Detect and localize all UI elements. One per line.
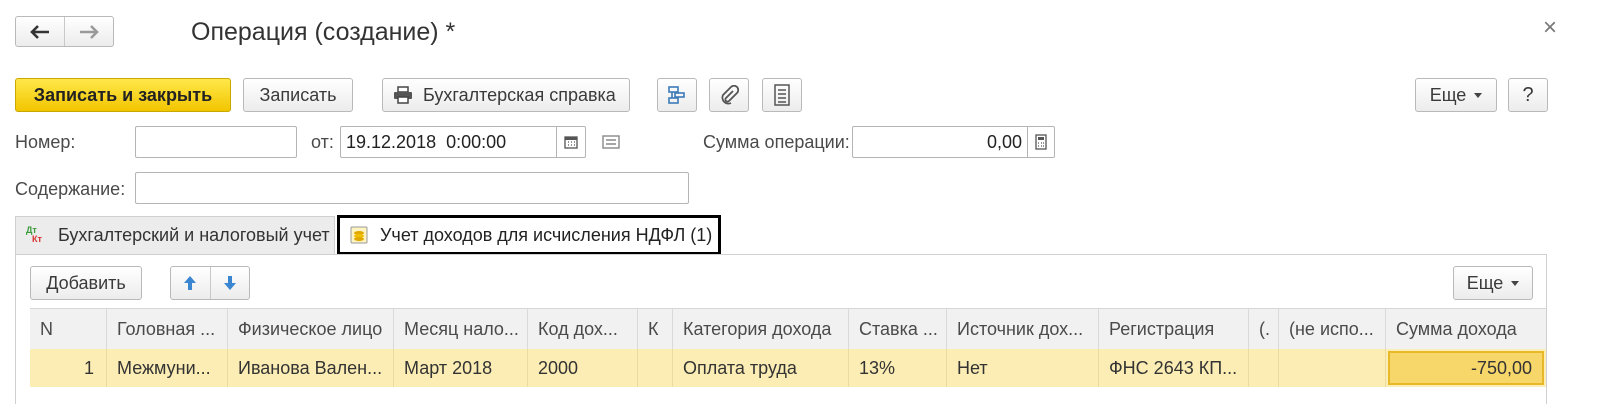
- cell-k[interactable]: [638, 349, 673, 387]
- list-button[interactable]: [762, 78, 802, 112]
- forward-arrow-icon: [80, 24, 99, 39]
- accounting-report-label: Бухгалтерская справка: [423, 84, 616, 105]
- date-value: 19.12.2018 0:00:00: [346, 132, 507, 152]
- cell-income-code[interactable]: 2000: [528, 349, 638, 387]
- header-n[interactable]: N: [30, 309, 107, 349]
- table-more-label: Еще: [1466, 272, 1504, 293]
- forward-button[interactable]: [65, 17, 113, 46]
- calculator-button[interactable]: [1027, 127, 1054, 157]
- cell-income-sum[interactable]: -750,00: [1388, 351, 1544, 385]
- header-registration[interactable]: Регистрация: [1099, 309, 1249, 349]
- cell-income-category[interactable]: Оплата труда: [673, 349, 849, 387]
- kt-label: Кт: [32, 233, 42, 244]
- header-income-code[interactable]: Код дох...: [528, 309, 638, 349]
- content-label: Содержание:: [15, 179, 126, 199]
- tab-ndfl-income[interactable]: Учет доходов для исчисления НДФЛ (1): [337, 215, 721, 255]
- structure-button[interactable]: [657, 78, 697, 112]
- back-button[interactable]: [16, 17, 65, 46]
- header-k[interactable]: К: [638, 309, 673, 349]
- cell-n[interactable]: 1: [30, 349, 107, 387]
- cell-person[interactable]: Иванова Вален...: [228, 349, 394, 387]
- date-label: от:: [311, 132, 334, 152]
- cell-head-org[interactable]: Межмуни...: [107, 349, 228, 387]
- arrow-up-icon: [184, 276, 197, 290]
- header-rate[interactable]: Ставка ...: [849, 309, 947, 349]
- nav-button-group: [15, 16, 114, 47]
- printer-icon: [394, 86, 412, 104]
- number-label: Номер:: [15, 132, 76, 152]
- close-icon[interactable]: ×: [1543, 14, 1557, 42]
- accounting-report-button[interactable]: Бухгалтерская справка: [382, 78, 630, 112]
- cell-paren[interactable]: [1249, 349, 1279, 387]
- help-button[interactable]: ?: [1508, 78, 1548, 112]
- move-down-button[interactable]: [211, 267, 250, 299]
- add-button[interactable]: Добавить: [30, 266, 142, 300]
- table-more-button[interactable]: Еще: [1453, 266, 1533, 300]
- sum-label: Сумма операции:: [703, 132, 850, 152]
- calculator-icon: [1035, 134, 1047, 150]
- header-person[interactable]: Физическое лицо: [228, 309, 394, 349]
- more-button[interactable]: Еще: [1415, 78, 1497, 112]
- text-lines-icon[interactable]: [602, 135, 620, 149]
- save-and-close-button[interactable]: Записать и закрыть: [15, 78, 231, 112]
- chevron-down-icon: [1474, 92, 1483, 98]
- list-icon: [774, 84, 790, 106]
- save-button[interactable]: Записать: [243, 78, 353, 112]
- calendar-button[interactable]: [556, 127, 585, 157]
- header-income-sum[interactable]: Сумма дохода: [1386, 309, 1546, 349]
- number-field[interactable]: [135, 126, 297, 158]
- move-buttons: [170, 266, 250, 300]
- page-title: Операция (создание) *: [191, 18, 456, 46]
- cell-registration[interactable]: ФНС 2643 КП...: [1099, 349, 1249, 387]
- ndfl-icon: [350, 226, 368, 244]
- table-header: N Головная ... Физическое лицо Месяц нал…: [30, 308, 1546, 350]
- tab-accounting[interactable]: Дт Кт Бухгалтерский и налоговый учет: [15, 216, 335, 254]
- cell-income-source[interactable]: Нет: [947, 349, 1099, 387]
- sum-field[interactable]: 0,00: [852, 126, 1055, 158]
- cell-not-used[interactable]: [1279, 349, 1386, 387]
- move-up-button[interactable]: [171, 267, 211, 299]
- back-arrow-icon: [30, 24, 49, 39]
- chevron-down-icon: [1511, 280, 1520, 286]
- table-row[interactable]: 1 Межмуни... Иванова Вален... Март 2018 …: [30, 349, 1546, 387]
- header-paren[interactable]: (.: [1249, 309, 1279, 349]
- arrow-down-icon: [223, 276, 236, 290]
- cell-tax-month[interactable]: Март 2018: [394, 349, 528, 387]
- content-field[interactable]: [135, 172, 689, 204]
- calendar-icon: [564, 136, 578, 149]
- sum-value: 0,00: [986, 132, 1022, 152]
- header-tax-month[interactable]: Месяц нало...: [394, 309, 528, 349]
- header-not-used[interactable]: (не испо...: [1279, 309, 1386, 349]
- tab-ndfl-income-label: Учет доходов для исчисления НДФЛ (1): [380, 224, 713, 245]
- header-income-category[interactable]: Категория дохода: [673, 309, 849, 349]
- tab-accounting-label: Бухгалтерский и налоговый учет: [58, 225, 330, 245]
- attachment-button[interactable]: [709, 78, 749, 112]
- paperclip-icon: [721, 85, 739, 105]
- structure-icon: [668, 86, 685, 104]
- dt-kt-icon: Дт Кт: [26, 225, 50, 247]
- date-field[interactable]: 19.12.2018 0:00:00: [340, 126, 586, 158]
- header-head-org[interactable]: Головная ...: [107, 309, 228, 349]
- cell-rate[interactable]: 13%: [849, 349, 947, 387]
- more-label: Еще: [1429, 84, 1467, 105]
- header-income-source[interactable]: Источник дох...: [947, 309, 1099, 349]
